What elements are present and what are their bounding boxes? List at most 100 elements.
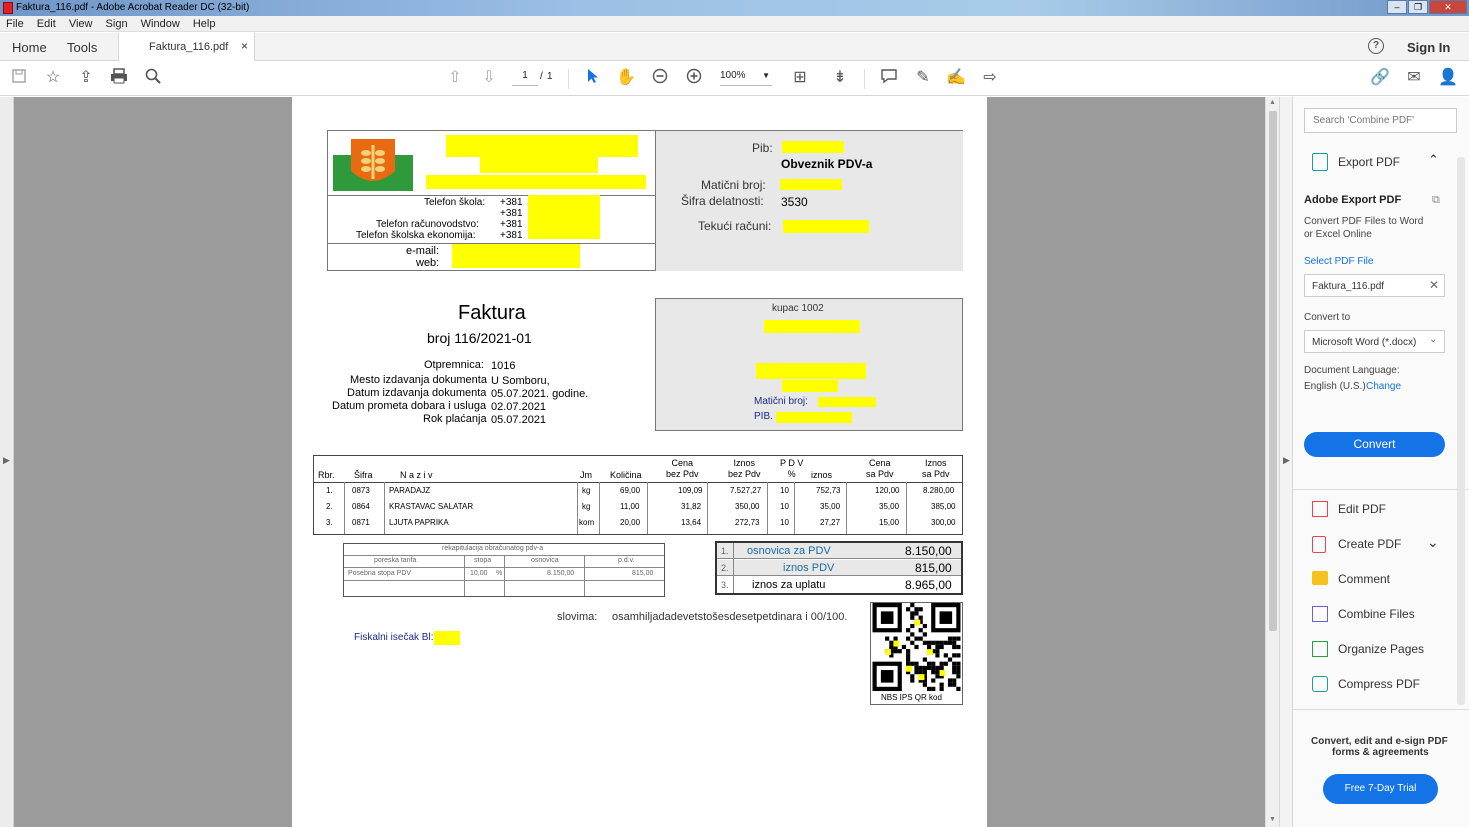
close-tab-icon[interactable]: ×	[241, 39, 248, 53]
company-header-box: Telefon škola: +381 +381 Telefon računov…	[327, 130, 963, 271]
row-vat-pct: 10	[780, 486, 789, 495]
minimize-button[interactable]: –	[1387, 0, 1407, 14]
col-header-unit: Jm	[580, 470, 592, 480]
comment-icon[interactable]	[879, 68, 899, 88]
scroll-down-icon[interactable]: ▼	[1269, 816, 1276, 823]
create-pdf-icon	[1312, 536, 1326, 553]
tool-edit-pdf[interactable]: Edit PDF	[1293, 499, 1469, 521]
upload-cloud-icon[interactable]: ⇪	[76, 68, 96, 88]
row-name: KRASTAVAC SALATAR	[389, 502, 474, 511]
tool-compress-pdf[interactable]: Compress PDF	[1293, 674, 1469, 696]
col-header-price: Cena bez Pdv	[666, 458, 699, 479]
row-unit: kom	[579, 518, 595, 527]
tool-organize-pages[interactable]: Organize Pages	[1293, 639, 1469, 661]
help-icon[interactable]: ?	[1368, 38, 1384, 54]
promo-line-2: forms & agreements	[1332, 747, 1429, 758]
tool-compress-pdf-label: Compress PDF	[1338, 677, 1421, 691]
share-icon[interactable]: ⇨	[980, 68, 1000, 88]
row-vat-pct: 10	[780, 502, 789, 511]
close-window-button[interactable]: ✕	[1429, 0, 1467, 14]
menu-help[interactable]: Help	[193, 16, 216, 32]
menu-view[interactable]: View	[69, 16, 93, 32]
tab-home[interactable]: Home	[12, 40, 47, 55]
tab-tools[interactable]: Tools	[67, 40, 97, 55]
email-icon[interactable]: ✉	[1404, 68, 1424, 88]
save-icon[interactable]	[9, 68, 29, 88]
acrobat-app-icon	[3, 2, 13, 14]
chevron-up-icon: ⌃	[1428, 152, 1439, 167]
export-pdf-header[interactable]: Export PDF ⌃	[1304, 151, 1454, 173]
collapse-right-icon[interactable]: ▶	[1283, 455, 1290, 466]
row-amount: 350,00	[735, 502, 760, 511]
highlight-pen-icon[interactable]: ✎	[913, 68, 933, 88]
tool-search-input[interactable]	[1304, 108, 1457, 133]
link-icon[interactable]: 🔗	[1370, 68, 1390, 88]
maximize-button[interactable]: ❐	[1408, 0, 1428, 14]
print-icon[interactable]	[109, 68, 129, 88]
free-trial-button[interactable]: Free 7-Day Trial	[1323, 774, 1438, 804]
fit-page-icon[interactable]: ⊞	[790, 68, 810, 88]
zoom-level-value: 100%	[720, 70, 746, 81]
buyer-reg-label: Matični broj:	[754, 396, 808, 407]
zoom-out-icon[interactable]	[650, 68, 670, 88]
tab-document[interactable]: Faktura_116.pdf ×	[118, 33, 255, 61]
scroll-mode-icon[interactable]: ⇟	[830, 68, 850, 88]
select-file-link[interactable]: Select PDF File	[1304, 256, 1373, 267]
copy-icon[interactable]: ⧉	[1432, 194, 1440, 207]
sign-in-button[interactable]: Sign In	[1407, 40, 1450, 55]
row-code: 0873	[352, 486, 370, 495]
right-pane-toggle[interactable]: ▶	[1279, 97, 1293, 827]
recap-title: rekapitulacija obračunatog pdv-a	[442, 545, 544, 552]
menu-file[interactable]: File	[6, 16, 24, 32]
recap-header-rate: stopa	[474, 557, 492, 564]
compress-pdf-icon	[1312, 676, 1328, 692]
scrollbar-thumb[interactable]	[1269, 111, 1277, 631]
adobe-export-desc2: or Excel Online	[1304, 229, 1372, 240]
convert-to-select[interactable]: Microsoft Word (*.docx) ⌄	[1304, 330, 1445, 353]
select-cursor-icon[interactable]	[583, 68, 603, 88]
bookmark-star-icon[interactable]: ☆	[43, 68, 63, 88]
issue-place-value: U Somboru,	[491, 375, 550, 387]
chevron-down-icon: ▼	[762, 71, 770, 80]
phone-economy-prefix: +381	[500, 230, 523, 241]
menu-window[interactable]: Window	[141, 16, 180, 32]
zoom-in-icon[interactable]	[684, 68, 704, 88]
row-amount: 7.527,27	[730, 486, 762, 495]
col-header-rbr: Rbr.	[318, 470, 335, 480]
left-panel-toggle[interactable]: ▶	[0, 97, 14, 827]
convert-button[interactable]: Convert	[1304, 432, 1445, 457]
tool-create-pdf-label: Create PDF	[1338, 537, 1402, 551]
row-price: 13,64	[681, 518, 702, 527]
panel-scrollbar[interactable]	[1457, 157, 1465, 705]
recap-rate: 10,00	[470, 570, 488, 577]
tool-comment[interactable]: Comment	[1293, 569, 1469, 591]
recap-header-base: osnovica	[531, 557, 559, 564]
next-page-icon[interactable]: ⇩	[479, 68, 499, 88]
change-language-link[interactable]: Change	[1366, 381, 1401, 392]
clear-file-icon[interactable]: ✕	[1429, 278, 1439, 292]
vertical-scrollbar[interactable]: ▲ ▼	[1265, 97, 1279, 827]
row-total: 8.280,00	[923, 486, 955, 495]
title-bar: Faktura_116.pdf - Adobe Acrobat Reader D…	[0, 0, 1469, 16]
row-qty: 69,00	[620, 486, 641, 495]
menu-edit[interactable]: Edit	[37, 16, 56, 32]
chevron-down-icon[interactable]: ⌄	[1427, 534, 1439, 551]
search-icon[interactable]	[143, 68, 163, 88]
previous-page-icon[interactable]: ⇧	[445, 68, 465, 88]
selected-file-field[interactable]: Faktura_116.pdf ✕	[1304, 274, 1445, 297]
sign-icon[interactable]: ✍	[946, 68, 966, 88]
hand-tool-icon[interactable]: ✋	[616, 68, 636, 88]
page-number-input[interactable]: 1	[512, 70, 538, 86]
expand-left-icon[interactable]: ▶	[3, 455, 10, 466]
row-unit: kg	[582, 486, 591, 495]
document-language-value: English (U.S.)	[1304, 381, 1366, 392]
tool-combine-files[interactable]: Combine Files	[1293, 604, 1469, 626]
scroll-up-icon[interactable]: ▲	[1269, 99, 1276, 106]
convert-to-value: Microsoft Word (*.docx)	[1312, 337, 1417, 348]
recap-header-tariff: poreska tarifa	[374, 557, 417, 564]
add-user-icon[interactable]: 👤	[1438, 68, 1458, 88]
tool-create-pdf[interactable]: Create PDF ⌄	[1293, 534, 1469, 556]
total-index: 2.	[721, 563, 729, 573]
menu-sign[interactable]: Sign	[106, 16, 128, 32]
zoom-level-select[interactable]: 100% ▼	[720, 70, 772, 86]
